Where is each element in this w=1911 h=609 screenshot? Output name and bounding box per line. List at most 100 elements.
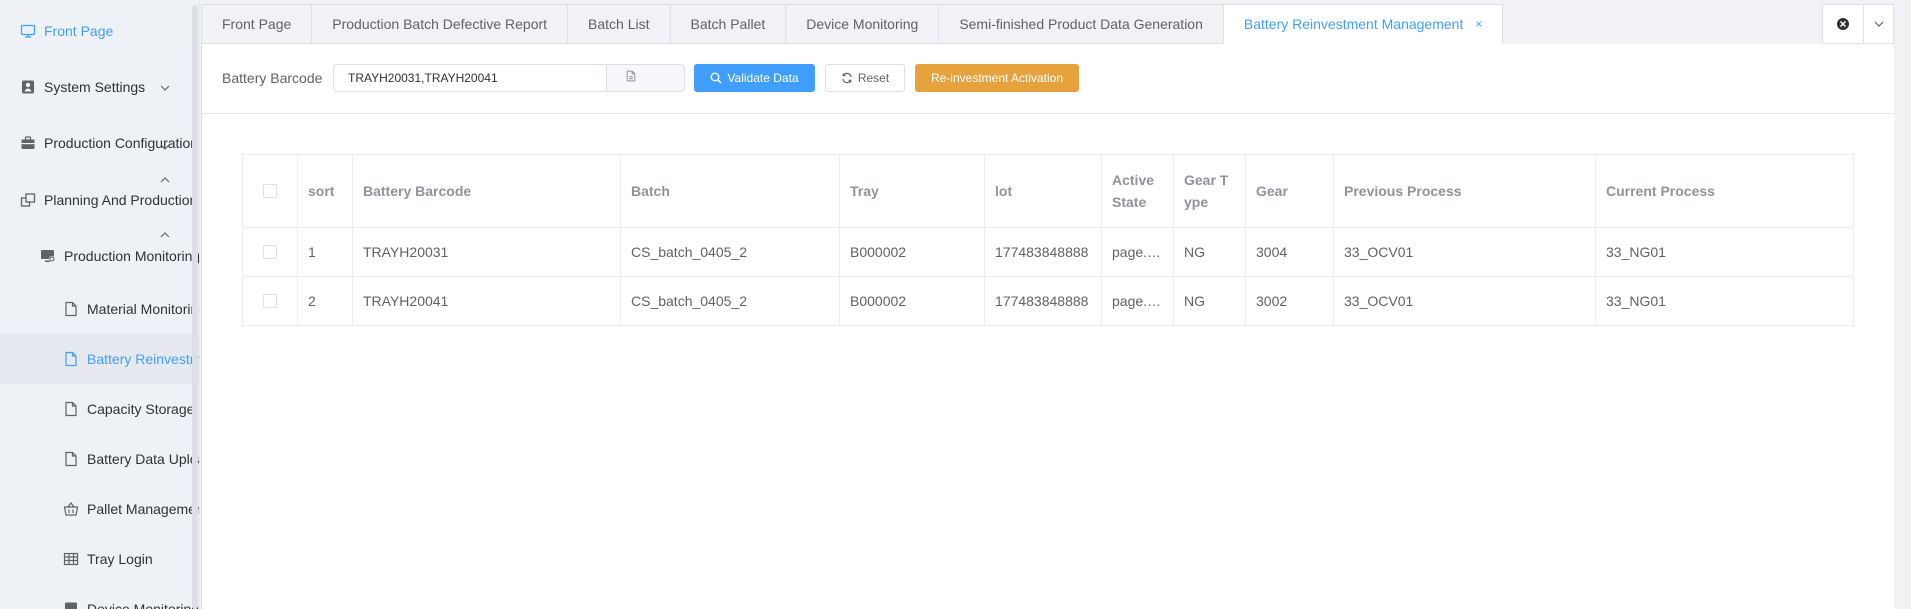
close-icon[interactable]: × — [1475, 17, 1482, 31]
tab-device-monitoring[interactable]: Device Monitoring — [785, 4, 939, 44]
tab-label: Semi-finished Product Data Generation — [959, 16, 1203, 32]
tab-tools — [1822, 4, 1894, 44]
user-settings-icon — [20, 79, 36, 95]
sidebar-item-planning-and-production[interactable]: Planning And Production — [0, 173, 199, 225]
tab-label: Batch Pallet — [690, 16, 766, 32]
row-select-cell — [243, 277, 298, 325]
column-header-sort[interactable]: sort — [298, 155, 353, 227]
cell-gear-type: NG — [1174, 277, 1246, 325]
sidebar-item-material-monitoring[interactable]: Material Monitoring — [0, 284, 200, 334]
tab-label: Batch List — [588, 16, 650, 32]
briefcase-icon — [20, 135, 36, 151]
monitor-gear-icon — [40, 248, 56, 264]
button-label: Validate Data — [727, 71, 799, 85]
chevron-down-icon[interactable] — [159, 140, 171, 152]
cell-previous-process: 33_OCV01 — [1334, 277, 1596, 325]
document-icon — [625, 69, 637, 87]
sidebar-item-battery-reinvestment[interactable]: Battery Reinvestment — [0, 334, 199, 384]
column-header-battery-barcode[interactable]: Battery Barcode — [353, 155, 621, 227]
column-header-lot[interactable]: lot — [985, 155, 1102, 227]
sidebar-item-label: Capacity Storage L — [87, 401, 200, 417]
chevron-up-icon[interactable] — [159, 228, 171, 240]
file-upload-button[interactable] — [607, 64, 685, 92]
refresh-icon — [842, 72, 852, 84]
reinvestment-activation-button[interactable]: Re-investment Activation — [915, 64, 1079, 92]
column-header-previous-process[interactable]: Previous Process — [1334, 155, 1596, 227]
reset-button[interactable]: Reset — [825, 64, 905, 92]
chevron-down-icon[interactable] — [159, 81, 171, 93]
cell-battery-barcode: TRAYH20041 — [353, 277, 621, 325]
button-label: Re-investment Activation — [930, 71, 1064, 85]
column-header-gear-type[interactable]: Gear T ype — [1174, 155, 1246, 227]
battery-barcode-label: Battery Barcode — [222, 70, 323, 86]
cell-lot: 177483848888 — [985, 277, 1102, 325]
tab-label: Front Page — [222, 16, 292, 32]
sidebar-item-label: Tray Login — [87, 551, 153, 567]
button-label: Reset — [857, 71, 890, 85]
sidebar-item-label: Production Monitoring — [64, 248, 200, 264]
chevron-up-icon[interactable] — [159, 173, 171, 185]
tab-batch-list[interactable]: Batch List — [567, 4, 670, 44]
tab-batch-pallet[interactable]: Batch Pallet — [669, 4, 786, 44]
sidebar: Front Page System Settings Production Co… — [0, 0, 200, 609]
close-all-icon[interactable] — [1823, 5, 1863, 43]
cell-sort: 2 — [298, 277, 353, 325]
cell-gear-type: NG — [1174, 228, 1246, 276]
sidebar-item-tray-login[interactable]: Tray Login — [0, 534, 199, 584]
device-icon — [63, 601, 79, 609]
sidebar-item-label: Front Page — [44, 23, 114, 39]
cell-active-state: page.… — [1102, 228, 1174, 276]
cell-sort: 1 — [298, 228, 353, 276]
column-header-batch[interactable]: Batch — [621, 155, 840, 227]
cell-current-process: 33_NG01 — [1606, 293, 1666, 309]
sidebar-item-label: Pallet Management — [87, 501, 200, 517]
battery-barcode-input[interactable] — [333, 64, 607, 92]
cell-batch: CS_batch_0405_2 — [621, 277, 840, 325]
tab-semi-finished-product-data-generation[interactable]: Semi-finished Product Data Generation — [938, 4, 1223, 44]
main-content: Battery Barcode Validate Data Reset Re-i… — [201, 44, 1895, 609]
cell-battery-barcode: TRAYH20031 — [353, 228, 621, 276]
tab-battery-reinvestment-management[interactable]: Battery Reinvestment Management × — [1222, 4, 1504, 44]
chevron-down-icon[interactable] — [1863, 5, 1893, 43]
sidebar-item-device-monitoring[interactable]: Device Monitoring — [0, 584, 199, 609]
tab-label: Production Batch Defective Report — [332, 16, 548, 32]
column-header-tray[interactable]: Tray — [840, 155, 985, 227]
column-header-current-process[interactable]: Current Process — [1596, 155, 1853, 227]
monitor-icon — [20, 23, 36, 39]
table-row[interactable]: 1 TRAYH20031 CS_batch_0405_2 B000002 177… — [243, 228, 1853, 277]
cell-batch: CS_batch_0405_2 — [621, 228, 840, 276]
sidebar-item-label: Material Monitoring — [87, 301, 200, 317]
tab-label: Device Monitoring — [806, 16, 919, 32]
cell-lot: 177483848888 — [985, 228, 1102, 276]
sidebar-item-system-settings[interactable]: System Settings — [0, 62, 199, 112]
windows-icon — [20, 192, 36, 208]
row-checkbox[interactable] — [263, 245, 277, 259]
row-select-cell — [243, 228, 298, 276]
sidebar-scrollbar[interactable] — [192, 5, 198, 609]
document-icon — [63, 401, 79, 417]
sidebar-item-pallet-management[interactable]: Pallet Management — [0, 484, 200, 534]
column-header-gear[interactable]: Gear — [1246, 155, 1334, 227]
sidebar-item-front-page[interactable]: Front Page — [0, 6, 199, 56]
row-checkbox[interactable] — [263, 294, 277, 308]
search-icon — [710, 72, 722, 84]
sidebar-item-production-monitoring[interactable]: Production Monitoring — [0, 228, 200, 281]
sidebar-item-production-configuration[interactable]: Production Configuration — [0, 118, 199, 168]
column-header-active-state[interactable]: Active State — [1102, 155, 1174, 227]
document-icon — [63, 451, 79, 467]
validate-data-button[interactable]: Validate Data — [694, 64, 815, 92]
tab-production-batch-defective-report[interactable]: Production Batch Defective Report — [311, 4, 568, 44]
sidebar-item-label: Planning And Production — [44, 192, 198, 208]
active-state-value: page.… — [1112, 293, 1162, 309]
sidebar-item-capacity-storage[interactable]: Capacity Storage L — [0, 384, 200, 434]
document-icon — [63, 301, 79, 317]
sidebar-item-battery-data-upload[interactable]: Battery Data Upload — [0, 434, 199, 484]
select-all-cell — [243, 155, 298, 227]
table-header-row: sort Battery Barcode Batch Tray lot Acti… — [243, 155, 1853, 228]
select-all-checkbox[interactable] — [263, 184, 277, 198]
tab-front-page[interactable]: Front Page — [201, 4, 312, 44]
sidebar-item-label: System Settings — [44, 79, 146, 95]
sidebar-item-label: Battery Data Upload — [87, 451, 199, 467]
cell-active-state: page.… — [1102, 277, 1174, 325]
table-row[interactable]: 2 TRAYH20041 CS_batch_0405_2 B000002 177… — [243, 277, 1853, 325]
